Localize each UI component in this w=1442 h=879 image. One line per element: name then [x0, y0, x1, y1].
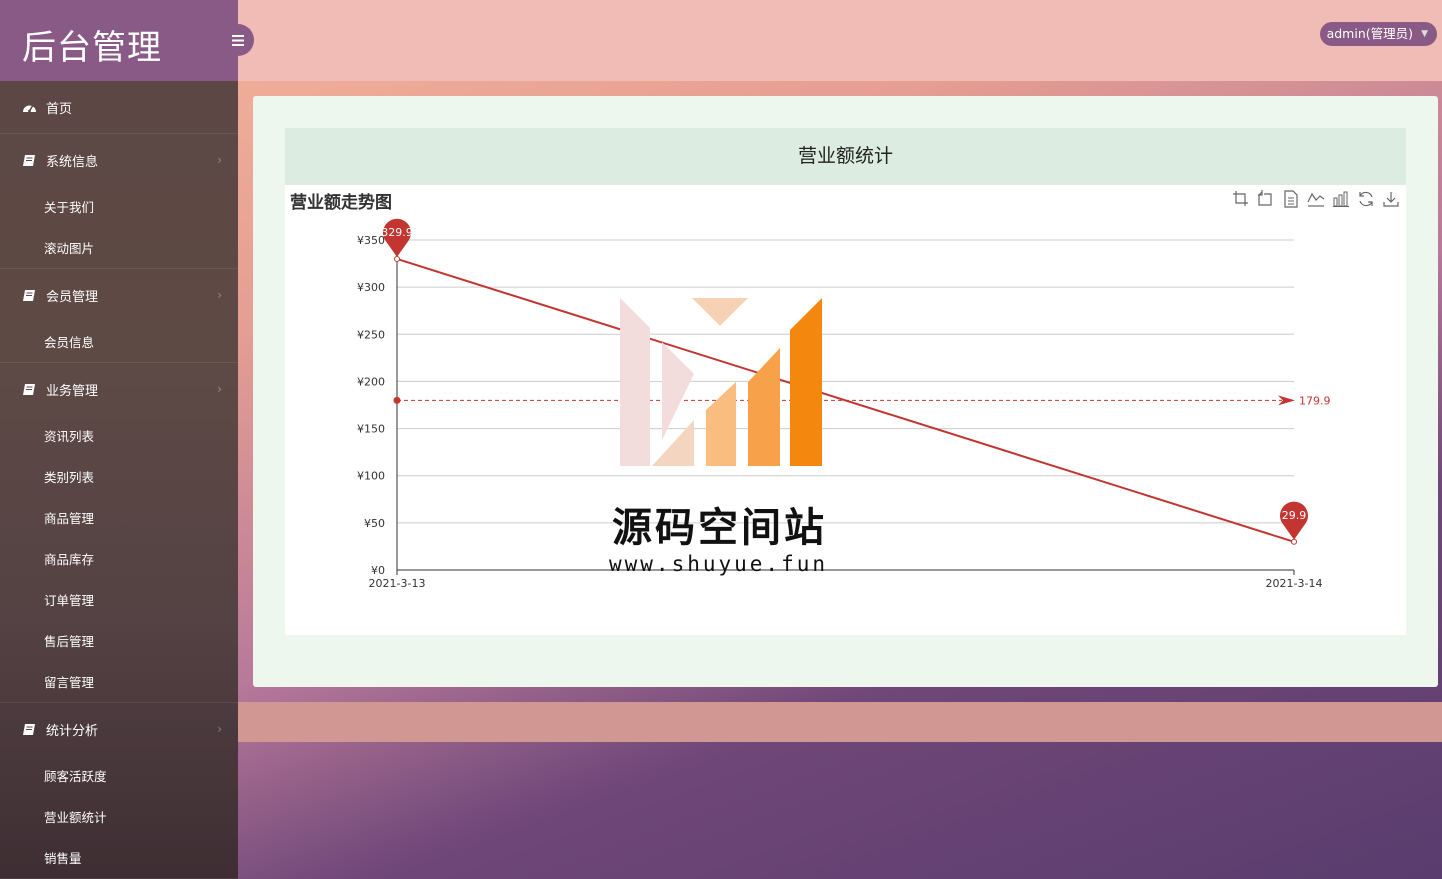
sidebar-subitem[interactable]: 滚动图片 [0, 227, 238, 268]
chart-title: 营业额走势图 [290, 193, 392, 213]
brand-title: 后台管理 [22, 28, 162, 68]
sidebar-subitem[interactable]: 类别列表 [0, 456, 238, 497]
x-tick-label: 2021-3-14 [1266, 577, 1323, 590]
chevron-right-icon: › [217, 153, 222, 167]
sidebar-subitem[interactable]: 关于我们 [0, 186, 238, 227]
y-tick-label: ¥50 [364, 517, 385, 530]
sidebar-toggle-button[interactable] [222, 24, 254, 56]
sidebar-subitem[interactable]: 会员信息 [0, 321, 238, 362]
book-icon [22, 153, 38, 167]
sidebar-group-label: 业务管理 [46, 383, 99, 399]
y-tick-label: ¥150 [357, 423, 385, 436]
y-tick-label: ¥200 [357, 375, 385, 388]
data-view-icon[interactable] [1282, 190, 1300, 208]
chevron-right-icon: › [217, 382, 222, 396]
sidebar-group: 会员管理 › 会员信息 [0, 269, 238, 363]
sidebar-group: 系统信息 › 关于我们 滚动图片 [0, 134, 238, 269]
mark-point-label: 329.9 [381, 226, 413, 239]
sidebar-subitem[interactable]: 商品管理 [0, 497, 238, 538]
user-menu-button[interactable]: admin(管理员) ▼ [1319, 22, 1437, 46]
chevron-right-icon: › [217, 288, 222, 302]
mark-line-label: 179.9 [1299, 394, 1331, 407]
footer-strip [238, 702, 1442, 742]
zoom-reset-icon[interactable] [1257, 190, 1275, 208]
sidebar-group-label: 会员管理 [46, 289, 99, 305]
y-tick-label: ¥100 [357, 470, 385, 483]
sidebar: 后台管理 首页 系统信息 › 关于我们 滚动图片会员管理 › 会员信息业务管理 › 资讯列表类… [0, 0, 238, 879]
mark-point-label: 29.9 [1282, 509, 1307, 522]
chevron-right-icon: › [217, 722, 222, 736]
book-icon [22, 722, 38, 736]
bar-chart-icon[interactable] [1332, 190, 1350, 208]
sidebar-group-label: 统计分析 [46, 723, 99, 739]
save-image-icon[interactable] [1382, 190, 1400, 208]
sidebar-group: 业务管理 › 资讯列表 类别列表 商品管理 商品库存 订单管理 售后管理 留言管理 [0, 363, 238, 703]
sidebar-subitem[interactable]: 顾客活跃度 [0, 755, 238, 796]
user-label: admin(管理员) [1326, 26, 1413, 41]
sidebar-group-home: 首页 [0, 81, 238, 134]
chart-card: 营业额统计 营业额走势图 ¥0 ¥50 ¥100 ¥150 ¥200 ¥250 ¥300 ¥3… [285, 128, 1406, 635]
card-title: 营业额统计 [285, 128, 1406, 185]
dashboard-icon [22, 100, 38, 114]
sidebar-subitem[interactable]: 资讯列表 [0, 415, 238, 456]
sidebar-subitem[interactable]: 订单管理 [0, 579, 238, 620]
sidebar-group-label: 系统信息 [46, 154, 99, 170]
chart-toolbox [1232, 190, 1400, 208]
sidebar-group: 统计分析 › 顾客活跃度 营业额统计 销售量 [0, 703, 238, 879]
y-tick-label: ¥0 [371, 564, 385, 577]
restore-icon[interactable] [1357, 190, 1375, 208]
x-tick-label: 2021-3-13 [369, 577, 426, 590]
line-chart-icon[interactable] [1307, 190, 1325, 208]
sidebar-subitem[interactable]: 销售量 [0, 837, 238, 878]
y-tick-label: ¥250 [357, 328, 385, 341]
book-icon [22, 382, 38, 396]
chart: ¥0¥50¥100¥150¥200¥250¥300¥3502021-3-13 20… [357, 218, 1331, 590]
mark-line-start [393, 396, 401, 404]
sidebar-item-home[interactable]: 首页 [0, 81, 238, 133]
topbar: admin(管理员) ▼ [238, 0, 1442, 81]
sidebar-subitem[interactable]: 营业额统计 [0, 796, 238, 837]
main-panel: 营业额统计 营业额走势图 ¥0 ¥50 ¥100 ¥150 ¥200 ¥250 ¥300 ¥3… [253, 96, 1438, 687]
zoom-icon[interactable] [1232, 190, 1250, 208]
menu-icon [232, 34, 244, 46]
sidebar-group-head[interactable]: 统计分析 › [0, 703, 238, 755]
sidebar-group-head[interactable]: 业务管理 › [0, 363, 238, 415]
sidebar-subitem[interactable]: 商品库存 [0, 538, 238, 579]
caret-down-icon: ▼ [1421, 29, 1428, 39]
sidebar-subitem[interactable]: 留言管理 [0, 661, 238, 702]
sidebar-group-head[interactable]: 系统信息 › [0, 134, 238, 186]
sidebar-item-label: 首页 [46, 101, 73, 117]
y-tick-label: ¥300 [357, 281, 385, 294]
data-point [394, 255, 400, 262]
brand-header: 后台管理 [0, 0, 238, 81]
sidebar-subitem[interactable]: 售后管理 [0, 620, 238, 661]
sidebar-group-head[interactable]: 会员管理 › [0, 269, 238, 321]
data-point [1291, 538, 1297, 545]
book-icon [22, 288, 38, 302]
